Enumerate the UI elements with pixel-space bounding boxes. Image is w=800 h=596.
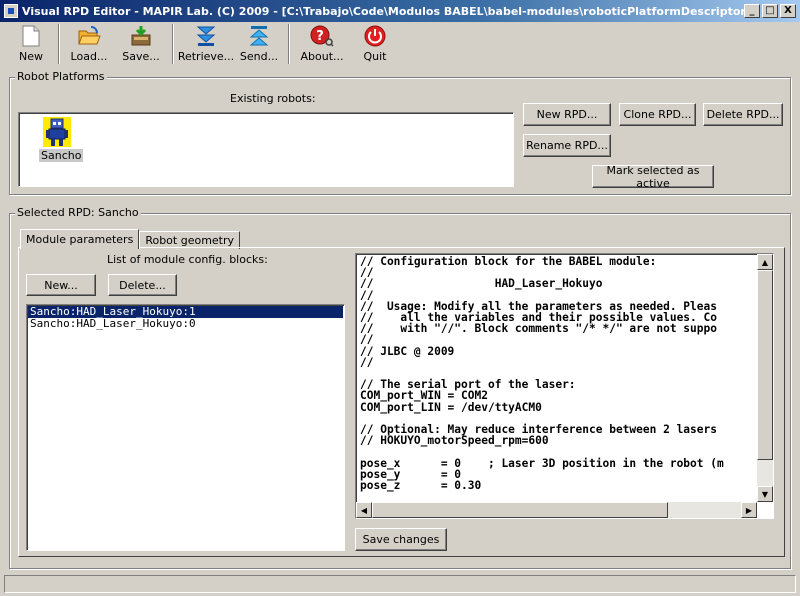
scroll-left-icon[interactable]: ◀: [356, 502, 372, 518]
blocks-list-label: List of module config. blocks:: [107, 253, 268, 266]
mark-active-button[interactable]: Mark selected as active: [592, 164, 714, 190]
new-file-icon: [19, 25, 43, 47]
rename-rpd-button[interactable]: Rename RPD...: [523, 134, 611, 157]
horizontal-scrollbar[interactable]: ◀ ▶: [356, 502, 757, 518]
app-icon: [4, 4, 18, 18]
clone-rpd-button[interactable]: Clone RPD...: [619, 103, 696, 126]
robot-list[interactable]: Sancho: [18, 112, 514, 187]
quit-button[interactable]: Quit: [350, 22, 400, 66]
new-rpd-button[interactable]: New RPD...: [523, 103, 611, 126]
config-blocks-list[interactable]: Sancho:HAD_Laser_Hokuyo:1 Sancho:HAD_Las…: [26, 304, 345, 551]
existing-robots-label: Existing robots:: [230, 92, 316, 105]
tab-strip: Module parameters Robot geometry: [20, 229, 241, 249]
load-icon: [77, 25, 101, 47]
toolbar-separator: [58, 24, 60, 64]
about-button[interactable]: ? About...: [294, 22, 350, 66]
config-text[interactable]: // Configuration block for the BABEL mod…: [360, 256, 756, 496]
new-button[interactable]: New: [8, 22, 54, 66]
status-bar: [4, 575, 796, 593]
save-button[interactable]: Save...: [114, 22, 168, 66]
quit-icon: [363, 25, 387, 47]
robot-icon: [43, 117, 71, 147]
close-button[interactable]: X: [780, 4, 796, 18]
module-parameters-panel: List of module config. blocks: New... De…: [18, 247, 785, 557]
config-text-editor[interactable]: // Configuration block for the BABEL mod…: [355, 253, 774, 519]
title-bar: Visual RPD Editor - MAPIR Lab. (C) 2009 …: [0, 0, 800, 22]
delete-block-button[interactable]: Delete...: [108, 274, 177, 296]
save-icon: [129, 25, 153, 47]
robot-item-sancho[interactable]: Sancho: [39, 117, 84, 162]
about-icon: ?: [310, 25, 334, 47]
window-title: Visual RPD Editor - MAPIR Lab. (C) 2009 …: [22, 4, 744, 18]
save-changes-button[interactable]: Save changes: [355, 528, 447, 551]
minimize-button[interactable]: _: [744, 4, 760, 18]
retrieve-button[interactable]: Retrieve...: [178, 22, 234, 66]
maximize-button[interactable]: □: [762, 4, 778, 18]
load-button[interactable]: Load...: [64, 22, 114, 66]
svg-text:?: ?: [316, 29, 324, 44]
send-icon: [247, 25, 271, 47]
toolbar-separator: [288, 24, 290, 64]
list-item[interactable]: Sancho:HAD_Laser_Hokuyo:0: [28, 318, 343, 330]
vertical-scrollbar[interactable]: ▲ ▼: [757, 254, 773, 502]
selected-rpd-title: Selected RPD: Sancho: [15, 206, 141, 219]
delete-rpd-button[interactable]: Delete RPD...: [703, 103, 783, 126]
toolbar: New Load... Save... Retrieve... Send... …: [0, 22, 800, 68]
new-block-button[interactable]: New...: [26, 274, 96, 296]
retrieve-icon: [194, 25, 218, 47]
scroll-up-icon[interactable]: ▲: [757, 254, 773, 270]
robot-platforms-title: Robot Platforms: [15, 70, 107, 83]
toolbar-separator: [172, 24, 174, 64]
horizontal-scroll-thumb[interactable]: [372, 502, 668, 518]
vertical-scroll-thumb[interactable]: [757, 270, 773, 460]
tab-module-parameters[interactable]: Module parameters: [20, 229, 140, 249]
scroll-down-icon[interactable]: ▼: [757, 486, 773, 502]
robot-platforms-group: Robot Platforms Existing robots: Sancho …: [9, 70, 791, 195]
send-button[interactable]: Send...: [234, 22, 284, 66]
robot-name: Sancho: [39, 149, 84, 162]
scroll-right-icon[interactable]: ▶: [741, 502, 757, 518]
